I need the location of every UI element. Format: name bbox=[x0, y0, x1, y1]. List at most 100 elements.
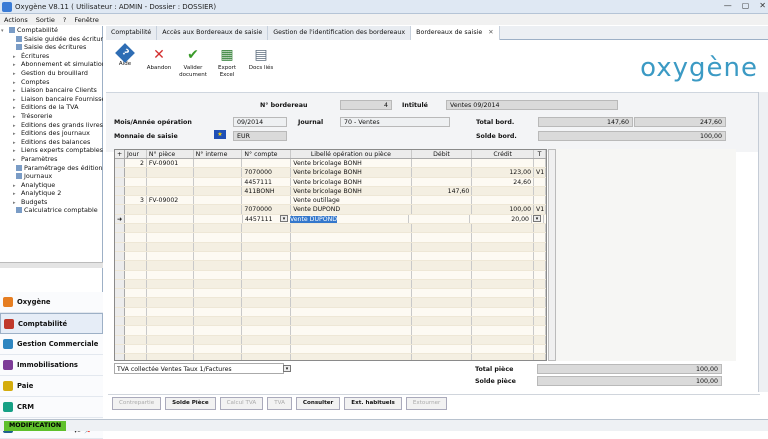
cell-interne[interactable] bbox=[194, 326, 243, 335]
cell-interne[interactable] bbox=[194, 168, 243, 177]
cell-interne[interactable] bbox=[194, 279, 243, 289]
close-tab-icon[interactable]: ✕ bbox=[488, 29, 493, 36]
cell-interne[interactable] bbox=[194, 307, 243, 317]
cell-compte[interactable] bbox=[242, 354, 292, 360]
action-ext-habituels-button[interactable]: Ext. habituels bbox=[344, 397, 402, 410]
table-row-empty[interactable] bbox=[115, 307, 546, 318]
table-row-empty[interactable] bbox=[115, 270, 546, 280]
cell-credit[interactable] bbox=[472, 298, 535, 307]
cell-compte[interactable] bbox=[242, 335, 292, 344]
cell-credit[interactable] bbox=[472, 196, 535, 205]
cell-piece[interactable] bbox=[147, 326, 194, 335]
cell-t[interactable] bbox=[534, 224, 546, 233]
cell-credit[interactable] bbox=[472, 224, 535, 233]
tree-item-analytique[interactable]: ▸ Analytique bbox=[0, 181, 103, 190]
cell-debit[interactable] bbox=[412, 317, 473, 326]
cell-credit[interactable] bbox=[472, 159, 535, 168]
tree-item-parametrage-des-editions[interactable]: Paramétrage des éditions bbox=[0, 164, 103, 173]
table-row[interactable]: 4457111 Vente bricolage BONH 24,60 bbox=[115, 177, 546, 187]
cell-compte[interactable] bbox=[242, 344, 292, 354]
cell-t[interactable] bbox=[534, 261, 546, 270]
cell-interne[interactable] bbox=[194, 233, 243, 242]
tree-item-tresorerie[interactable]: ▸ Trésorerie bbox=[0, 112, 103, 121]
header-libelle[interactable]: Libellé opération ou pièce bbox=[291, 150, 412, 158]
expand-arrow-icon[interactable]: ▸ bbox=[13, 199, 21, 207]
module-immobilisations[interactable]: Immobilisations bbox=[0, 355, 103, 376]
cell-debit[interactable] bbox=[412, 251, 473, 261]
cell-piece[interactable] bbox=[147, 317, 194, 326]
help-button[interactable]: ? Aide bbox=[110, 41, 140, 91]
cell-piece[interactable] bbox=[147, 233, 194, 242]
cell-libelle[interactable] bbox=[291, 307, 412, 317]
cell-t[interactable] bbox=[534, 344, 546, 354]
cell-libelle[interactable] bbox=[291, 298, 412, 307]
cell-compte[interactable] bbox=[242, 261, 292, 270]
header-credit[interactable]: Crédit bbox=[472, 150, 535, 158]
table-row-empty[interactable] bbox=[115, 261, 546, 271]
cell-credit[interactable]: 24,60 bbox=[472, 177, 535, 186]
cell-compte[interactable]: 4457111 bbox=[242, 177, 292, 186]
main-scrollbar[interactable] bbox=[758, 92, 768, 392]
cell-piece[interactable] bbox=[147, 307, 194, 317]
cell-libelle[interactable]: Vente bricolage BONH bbox=[291, 168, 412, 177]
table-row-empty[interactable] bbox=[115, 326, 546, 336]
cell-jour[interactable] bbox=[125, 270, 147, 279]
minimize-button[interactable]: — bbox=[724, 1, 732, 10]
cell-libelle[interactable] bbox=[291, 335, 412, 344]
expand-arrow-icon[interactable]: ▸ bbox=[13, 156, 21, 164]
cell-libelle[interactable]: Vente DUPOND bbox=[288, 214, 409, 224]
cell-interne[interactable] bbox=[194, 224, 243, 233]
tab-comptabilite[interactable]: Comptabilité bbox=[106, 26, 158, 40]
cell-jour[interactable] bbox=[125, 261, 147, 270]
cell-jour[interactable] bbox=[125, 242, 147, 251]
cell-piece[interactable] bbox=[147, 335, 194, 344]
action-solde-piece-button[interactable]: Solde Pièce bbox=[165, 397, 216, 410]
cell-piece[interactable] bbox=[147, 168, 194, 177]
cell-debit[interactable] bbox=[412, 196, 473, 205]
table-row-empty[interactable] bbox=[115, 279, 546, 290]
cell-credit[interactable] bbox=[472, 186, 535, 196]
header-debit[interactable]: Débit bbox=[412, 150, 473, 158]
cell-t[interactable]: V1 bbox=[534, 168, 546, 177]
expand-arrow-icon[interactable]: ▸ bbox=[13, 87, 21, 95]
tab-bordereaux-de-saisie[interactable]: Bordereaux de saisie ✕ bbox=[411, 26, 500, 40]
cell-t[interactable] bbox=[534, 242, 546, 251]
cell-libelle[interactable] bbox=[291, 251, 412, 261]
cell-libelle[interactable] bbox=[291, 289, 412, 298]
expand-arrow-icon[interactable]: ▸ bbox=[13, 53, 21, 61]
cell-jour[interactable] bbox=[125, 289, 147, 298]
table-row[interactable]: ➜ 4457111 ▾ Vente DUPOND 20,00 ▾ bbox=[115, 214, 546, 225]
cell-t[interactable] bbox=[534, 186, 546, 196]
cell-compte[interactable] bbox=[242, 251, 292, 261]
account-info-dropdown-icon[interactable]: ▾ bbox=[283, 365, 291, 372]
menu-sortie[interactable]: Sortie bbox=[36, 16, 55, 24]
cell-credit[interactable] bbox=[472, 326, 535, 335]
cell-jour[interactable]: 3 bbox=[125, 196, 147, 205]
expand-arrow-icon[interactable]: ▸ bbox=[13, 190, 21, 198]
cell-compte[interactable] bbox=[242, 224, 292, 233]
cell-debit[interactable] bbox=[412, 279, 473, 289]
table-row-empty[interactable] bbox=[115, 354, 546, 360]
cell-credit[interactable]: 20,00 bbox=[470, 214, 532, 224]
module-comptabilite[interactable]: Comptabilité bbox=[0, 313, 103, 334]
expand-arrow-icon[interactable]: ▸ bbox=[13, 130, 21, 138]
cell-piece[interactable]: FV-09001 bbox=[147, 159, 194, 168]
tree-item-saisie-guidee-des-ecritures[interactable]: Saisie guidée des écritures bbox=[0, 35, 103, 44]
cell-credit[interactable] bbox=[472, 242, 535, 251]
cell-jour[interactable] bbox=[125, 307, 147, 317]
cell-jour[interactable] bbox=[125, 279, 147, 289]
cell-interne[interactable] bbox=[194, 159, 243, 168]
cell-t[interactable] bbox=[534, 270, 546, 279]
tab-gestion-de-l-identification-des-bordereaux[interactable]: Gestion de l'identification des borderea… bbox=[268, 26, 412, 40]
cell-t[interactable] bbox=[534, 289, 546, 298]
cell-libelle[interactable]: Vente bricolage BONH bbox=[291, 177, 412, 186]
cell-libelle[interactable] bbox=[291, 354, 412, 360]
cell-t[interactable] bbox=[534, 233, 546, 242]
table-row-empty[interactable] bbox=[115, 224, 546, 234]
cell-debit[interactable] bbox=[409, 214, 470, 224]
cell-libelle[interactable] bbox=[291, 270, 412, 279]
module-gestion-commerciale[interactable]: Gestion Commerciale bbox=[0, 334, 103, 355]
cell-debit[interactable] bbox=[412, 233, 473, 242]
cell-jour[interactable] bbox=[125, 233, 147, 242]
table-row[interactable]: 411BONH Vente bricolage BONH 147,60 bbox=[115, 186, 546, 197]
